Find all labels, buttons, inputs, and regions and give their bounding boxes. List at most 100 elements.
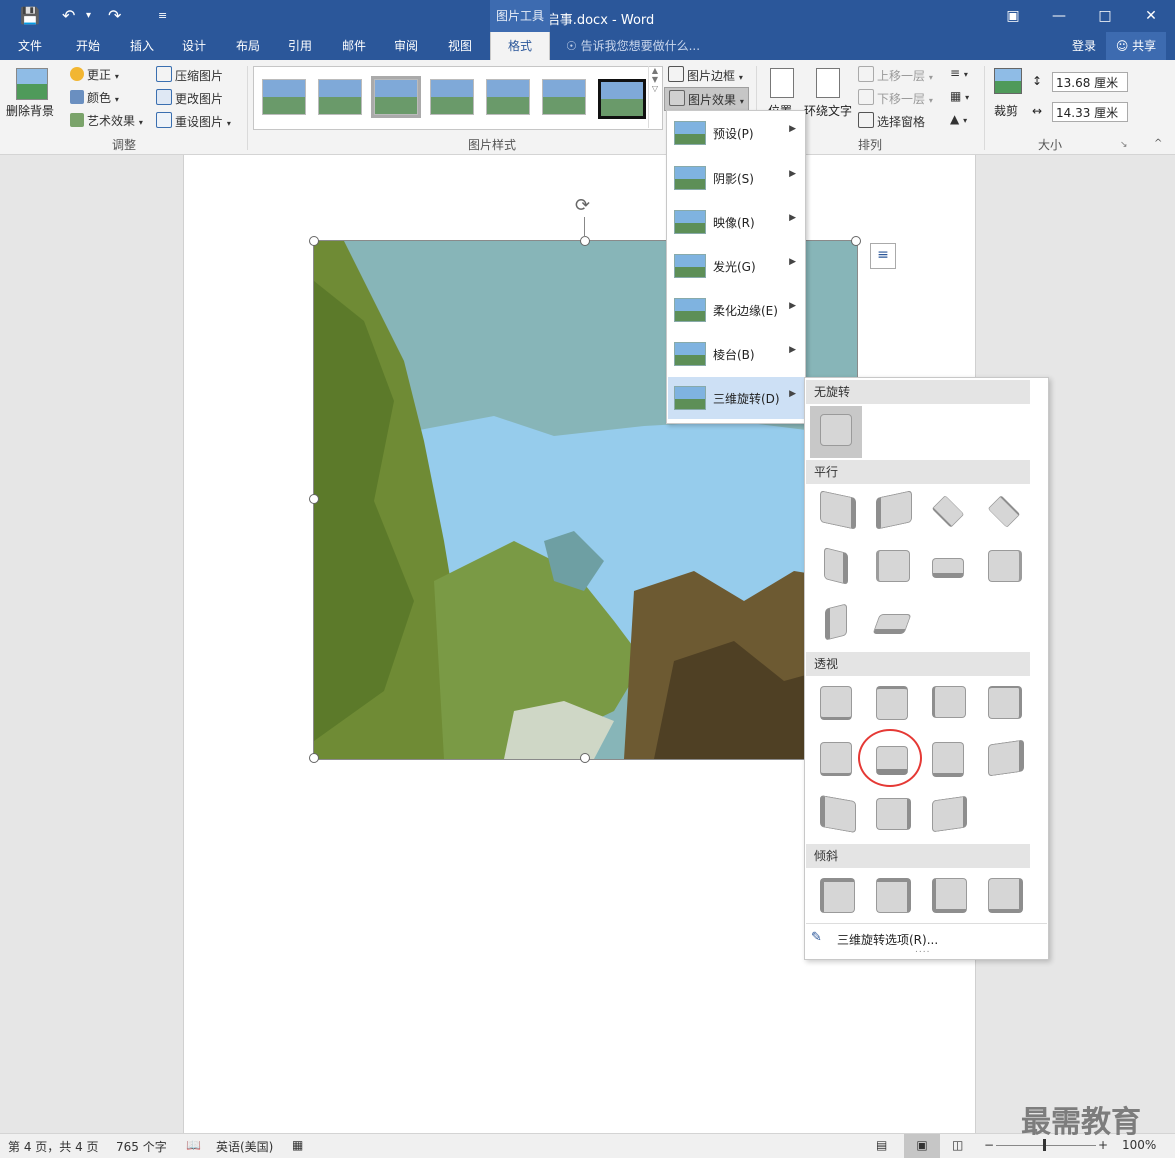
perspective-item-2[interactable]	[866, 678, 914, 726]
perspective-item-4[interactable]	[978, 678, 1026, 726]
selection-pane-button[interactable]: 选择窗格	[858, 112, 925, 130]
zoom-slider-track[interactable]	[996, 1145, 1096, 1146]
crop-button[interactable]: 裁剪	[990, 64, 1026, 134]
remove-background-button[interactable]: 删除背景	[6, 64, 56, 124]
oblique-item-2[interactable]	[866, 870, 914, 918]
tab-view[interactable]: 视图	[438, 32, 482, 60]
wrap-text-button[interactable]: 环绕文字	[804, 64, 854, 134]
perspective-item-5[interactable]	[810, 734, 858, 782]
bring-forward-button[interactable]: 上移一层 ▾	[858, 66, 933, 84]
parallel-item-6[interactable]	[866, 542, 914, 590]
group-button[interactable]: ▦ ▾	[950, 89, 969, 103]
artistic-effects-button[interactable]: 艺术效果 ▾	[70, 112, 143, 129]
menu-item-glow[interactable]: 发光(G) ▶	[668, 245, 804, 287]
tab-file[interactable]: 文件	[8, 32, 52, 60]
word-count[interactable]: 765 个字	[116, 1138, 167, 1155]
perspective-item-9[interactable]	[810, 790, 858, 838]
ribbon-display-icon[interactable]: ▣	[990, 0, 1036, 32]
send-backward-button[interactable]: 下移一层 ▾	[858, 89, 933, 107]
no-rotation-item[interactable]	[810, 406, 862, 458]
parallel-item-1[interactable]	[810, 486, 858, 534]
size-dialog-launcher-icon[interactable]: ↘	[1120, 140, 1128, 150]
oblique-item-4[interactable]	[978, 870, 1026, 918]
reset-picture-button[interactable]: 重设图片 ▾	[156, 112, 231, 130]
perspective-item-3[interactable]	[922, 678, 970, 726]
parallel-item-10[interactable]	[866, 598, 914, 646]
ribbon: 删除背景 更正 ▾ 颜色 ▾ 艺术效果 ▾ 压缩图片 更改图片 重设图片 ▾ 调…	[0, 60, 1175, 155]
tab-format[interactable]: 格式	[490, 32, 550, 60]
resize-grip-icon[interactable]: ....	[915, 945, 930, 955]
tab-layout[interactable]: 布局	[226, 32, 270, 60]
parallel-item-2[interactable]	[866, 486, 914, 534]
change-picture-button[interactable]: 更改图片	[156, 89, 223, 107]
height-input[interactable]: 13.68 厘米	[1052, 72, 1128, 92]
style-thumb-2[interactable]	[318, 79, 362, 115]
print-layout-icon[interactable]: ▣	[904, 1134, 940, 1158]
tab-mailings[interactable]: 邮件	[332, 32, 376, 60]
close-button[interactable]: ✕	[1128, 0, 1174, 32]
parallel-item-3[interactable]	[922, 486, 970, 534]
resize-handle-top-right[interactable]	[851, 236, 861, 246]
compress-pictures-button[interactable]: 压缩图片	[156, 66, 223, 84]
tell-me-box[interactable]: ☉ 告诉我您想要做什么...	[566, 32, 700, 60]
resize-handle-top-left[interactable]	[309, 236, 319, 246]
resize-handle-top[interactable]	[580, 236, 590, 246]
corrections-button[interactable]: 更正 ▾	[70, 66, 119, 83]
style-thumb-3[interactable]	[374, 79, 418, 115]
menu-item-reflection[interactable]: 映像(R) ▶	[668, 201, 804, 243]
language-indicator[interactable]: 英语(美国)	[216, 1138, 273, 1155]
web-layout-icon[interactable]: ◫	[952, 1138, 963, 1152]
color-button[interactable]: 颜色 ▾	[70, 89, 119, 106]
collapse-ribbon-icon[interactable]: ^	[1154, 138, 1162, 149]
parallel-item-4[interactable]	[978, 486, 1026, 534]
menu-item-shadow[interactable]: 阴影(S) ▶	[668, 157, 804, 199]
style-thumb-1[interactable]	[262, 79, 306, 115]
parallel-item-9[interactable]	[810, 598, 858, 646]
parallel-item-5[interactable]	[810, 542, 858, 590]
menu-item-3d-rotation[interactable]: 三维旋转(D) ▶	[668, 377, 804, 419]
menu-item-bevel[interactable]: 棱台(B) ▶	[668, 333, 804, 375]
style-thumb-7[interactable]	[598, 79, 646, 119]
tab-design[interactable]: 设计	[172, 32, 216, 60]
picture-border-button[interactable]: 图片边框 ▾	[668, 66, 743, 84]
tab-insert[interactable]: 插入	[120, 32, 164, 60]
resize-handle-left[interactable]	[309, 494, 319, 504]
perspective-item-1[interactable]	[810, 678, 858, 726]
perspective-shape-9	[820, 794, 856, 834]
style-thumb-4[interactable]	[430, 79, 474, 115]
tab-review[interactable]: 审阅	[384, 32, 428, 60]
gallery-scroll[interactable]: ▲ ▼ ▽	[648, 66, 661, 128]
parallel-item-8[interactable]	[978, 542, 1026, 590]
rotate-button[interactable]: ▲ ▾	[950, 112, 967, 126]
resize-handle-bottom-left[interactable]	[309, 753, 319, 763]
read-mode-icon[interactable]: ▤	[876, 1138, 887, 1152]
perspective-item-8[interactable]	[978, 734, 1026, 782]
oblique-item-3[interactable]	[922, 870, 970, 918]
perspective-item-7[interactable]	[922, 734, 970, 782]
style-thumb-5[interactable]	[486, 79, 530, 115]
width-input[interactable]: 14.33 厘米	[1052, 102, 1128, 122]
perspective-shape-1	[820, 686, 852, 720]
style-thumb-6[interactable]	[542, 79, 586, 115]
page-count[interactable]: 第 4 页，共 4 页	[8, 1138, 99, 1155]
layout-options-icon[interactable]: ≡	[870, 243, 896, 269]
proofing-icon[interactable]: 📖	[186, 1138, 201, 1152]
macro-icon[interactable]: ▦	[292, 1138, 303, 1152]
tab-home[interactable]: 开始	[66, 32, 110, 60]
menu-item-preset[interactable]: 预设(P) ▶	[668, 112, 804, 154]
perspective-item-11[interactable]	[922, 790, 970, 838]
parallel-item-7[interactable]	[922, 542, 970, 590]
rotate-handle-icon[interactable]: ⟳	[575, 195, 590, 216]
perspective-item-10[interactable]	[866, 790, 914, 838]
tab-references[interactable]: 引用	[278, 32, 322, 60]
login-link[interactable]: 登录	[1064, 32, 1104, 60]
share-button[interactable]: ☺ 共享	[1106, 32, 1166, 60]
minimize-button[interactable]: —	[1036, 0, 1082, 32]
zoom-out-icon[interactable]: −	[984, 1138, 994, 1152]
maximize-button[interactable]: □	[1082, 0, 1128, 32]
oblique-item-1[interactable]	[810, 870, 858, 918]
resize-handle-bottom[interactable]	[580, 753, 590, 763]
picture-effects-button[interactable]: 图片效果 ▾	[664, 87, 749, 111]
menu-item-soft-edges[interactable]: 柔化边缘(E) ▶	[668, 289, 804, 331]
align-button[interactable]: ≡ ▾	[950, 66, 968, 80]
